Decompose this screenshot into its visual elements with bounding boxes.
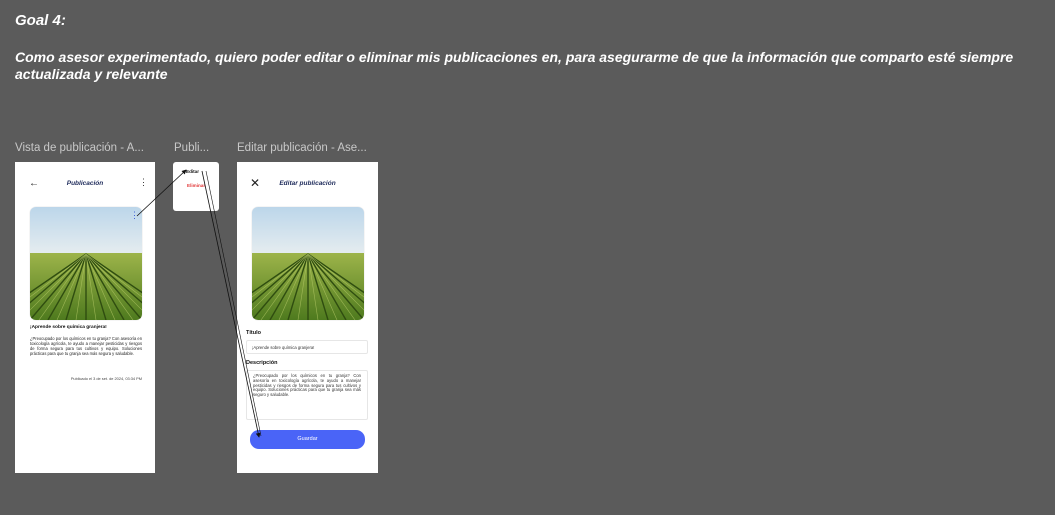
post-title: ¡Aprende sobre química granjera! xyxy=(30,325,107,330)
edit-post-image[interactable] xyxy=(252,207,364,320)
view-header-title: Publicación xyxy=(66,180,104,187)
frame-label-menu[interactable]: Publi... xyxy=(174,142,209,154)
save-button[interactable]: Guardar xyxy=(250,430,365,449)
goal-title: Goal 4: xyxy=(15,12,66,29)
image-options-icon[interactable]: ⋮ xyxy=(130,210,139,221)
edit-header: ✕ Editar publicación xyxy=(237,176,378,191)
field-rows-illustration xyxy=(30,207,142,320)
view-post-screen: ← Publicación ⋮ ⋮ ¡Aprende sobre química… xyxy=(15,162,155,473)
options-menu: Editar Eliminar xyxy=(173,162,219,211)
post-body: ¿Preocupado por los químicos en tu granj… xyxy=(30,336,142,356)
post-date: Publicado el 3 de set. de 2024, 03:34 PM xyxy=(70,376,142,381)
title-field-label: Título xyxy=(246,330,261,336)
more-options-icon[interactable]: ⋮ xyxy=(139,177,148,188)
view-header: ← Publicación ⋮ xyxy=(15,177,155,191)
menu-item-edit[interactable]: Editar xyxy=(186,169,199,174)
menu-item-delete[interactable]: Eliminar xyxy=(187,183,205,188)
edit-header-title: Editar publicación xyxy=(279,180,336,187)
post-image: ⋮ xyxy=(30,207,142,320)
goal-description: Como asesor experimentado, quiero poder … xyxy=(15,49,1014,82)
description-field-label: Descripción xyxy=(246,360,278,366)
edit-post-screen: ✕ Editar publicación Título ¡Aprende sob… xyxy=(237,162,378,473)
title-input[interactable]: ¡Aprende sobre química granjera! xyxy=(246,340,368,354)
frame-label-edit[interactable]: Editar publicación - Ase... xyxy=(237,142,367,154)
frame-label-view[interactable]: Vista de publicación - A... xyxy=(15,142,144,154)
description-textarea[interactable]: ¿Preocupado por los químicos en tu granj… xyxy=(246,370,368,420)
field-rows-illustration xyxy=(252,207,364,320)
